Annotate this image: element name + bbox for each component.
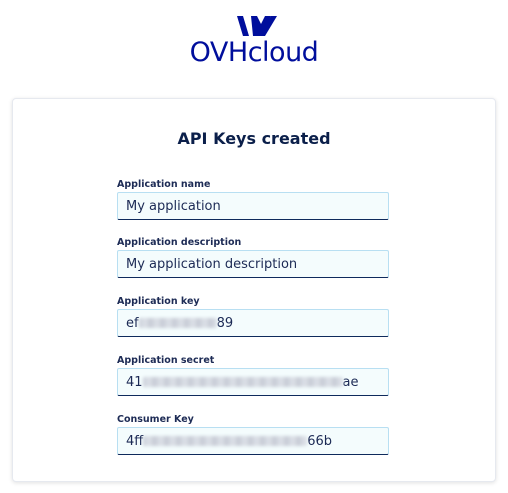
consumer-key-redaction: [143, 435, 308, 446]
application-name-label: Application name: [117, 179, 211, 190]
ovhcloud-logo-icon: [237, 16, 277, 36]
consumer-key-label: Consumer Key: [117, 414, 194, 425]
application-key-label: Application key: [117, 296, 200, 307]
consumer-key-suffix: 66b: [307, 434, 333, 449]
application-name-value: My application: [126, 199, 221, 214]
consumer-key-prefix: 4ff: [126, 434, 144, 449]
application-key-input[interactable]: ef 89: [117, 309, 389, 337]
application-description-value: My application description: [126, 257, 298, 272]
application-name-input[interactable]: My application: [117, 192, 389, 220]
page: OVHcloud API Keys created Application na…: [0, 0, 508, 493]
application-name-field: Application name My application: [117, 179, 391, 220]
application-secret-label: Application secret: [117, 355, 215, 366]
brand-name: OVHcloud: [189, 37, 319, 68]
card-title: API Keys created: [177, 129, 331, 148]
application-key-suffix: 89: [216, 316, 234, 331]
consumer-key-field: Consumer Key 4ff 66b: [117, 414, 391, 455]
application-description-field: Application description My application d…: [117, 237, 391, 278]
application-secret-prefix: 41: [126, 375, 143, 390]
consumer-key-input[interactable]: 4ff 66b: [117, 427, 389, 455]
application-secret-field: Application secret 41 ae: [117, 355, 391, 396]
application-key-prefix: ef: [126, 316, 139, 331]
application-description-label: Application description: [117, 237, 242, 248]
application-key-redaction: [138, 317, 217, 328]
application-secret-input[interactable]: 41 ae: [117, 368, 389, 396]
logo: OVHcloud: [0, 8, 508, 68]
application-key-field: Application key ef 89: [117, 296, 391, 337]
api-keys-card: API Keys created Application name My app…: [12, 98, 496, 482]
application-description-input[interactable]: My application description: [117, 250, 389, 278]
application-secret-suffix: ae: [342, 375, 359, 390]
application-secret-redaction: [142, 376, 343, 387]
